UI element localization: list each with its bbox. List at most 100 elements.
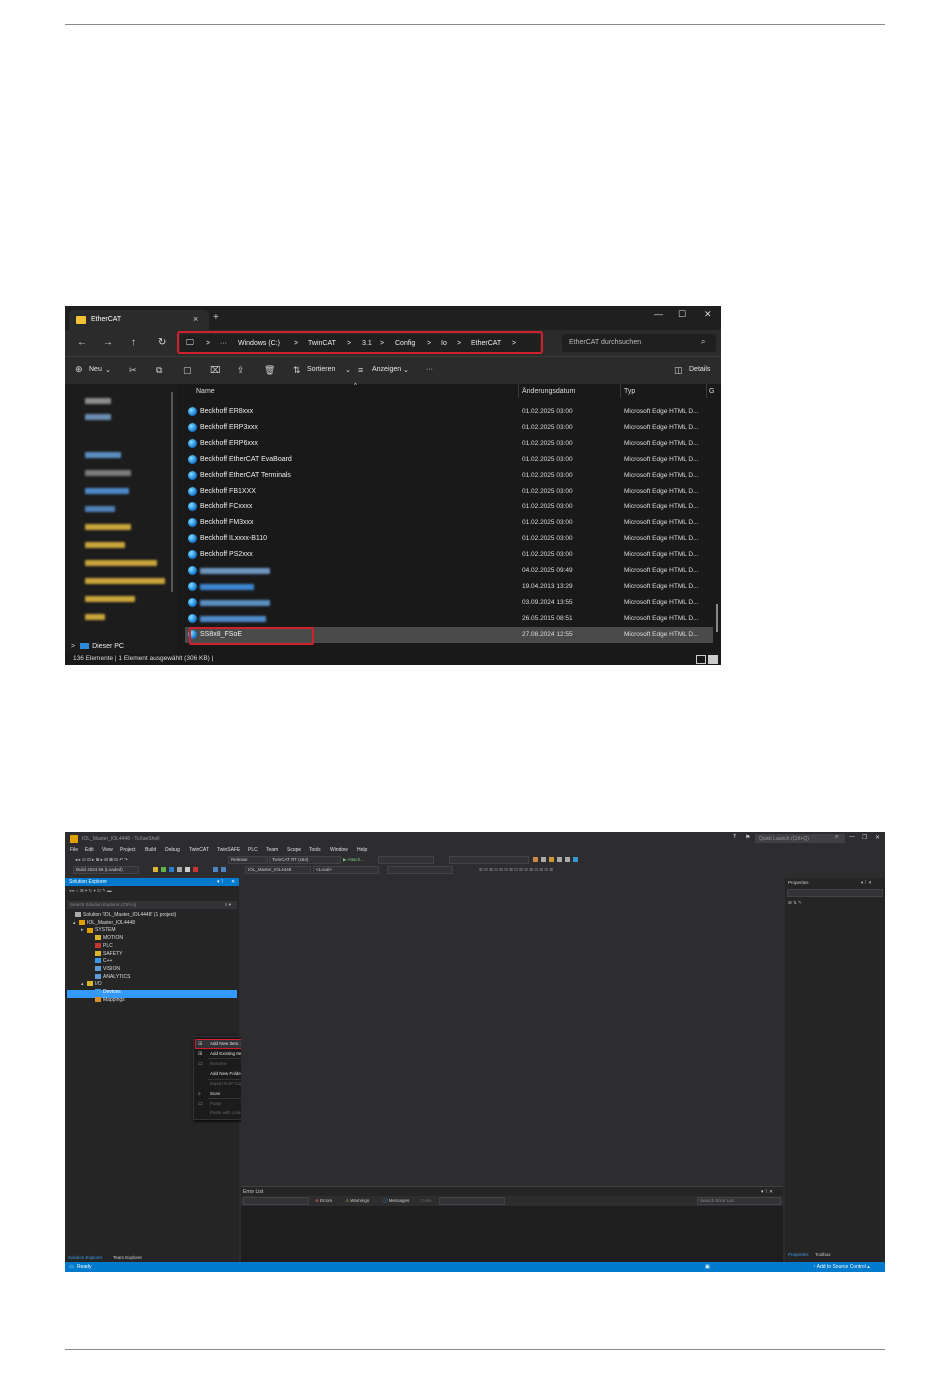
toolbar-icons[interactable]: ⊞ ⊟ ⊠ ⊡ ⊞ ⊟ ⊠ ⊡ ⊞ ⊟ ⊠ ⊡ ⊞ ⊟ ⊠: [479, 867, 553, 873]
toolbar-combo[interactable]: [387, 866, 453, 874]
nav-item[interactable]: [85, 452, 121, 458]
source-control-button[interactable]: ↑ Add to Source Control ▴: [813, 1264, 870, 1270]
menu-debug[interactable]: Debug: [165, 847, 180, 853]
tree-item[interactable]: Devices: [89, 989, 121, 995]
this-pc-item[interactable]: > Dieser PC: [71, 643, 124, 650]
tree-item[interactable]: ANALYTICS: [89, 974, 130, 980]
close-tab-icon[interactable]: ×: [193, 314, 198, 324]
up-button[interactable]: ↑: [131, 337, 136, 348]
tree-item[interactable]: PLC: [89, 943, 113, 949]
warnings-filter[interactable]: ⚠ Warnings: [345, 1198, 369, 1204]
toolbar-icon[interactable]: [213, 867, 218, 872]
nav-item[interactable]: [85, 578, 165, 584]
file-row[interactable]: Beckhoff ER8xxx 01.02.2025 03:00 Microsoft…: [185, 404, 713, 420]
messages-filter[interactable]: ⓘ Messages: [383, 1198, 409, 1204]
filter-icon[interactable]: ⍒: [733, 834, 737, 841]
nav-item[interactable]: [85, 470, 131, 476]
scope-select[interactable]: [243, 1197, 309, 1205]
tree-item[interactable]: Mappings: [89, 997, 125, 1003]
nav-item[interactable]: [85, 596, 135, 602]
menu-twincat[interactable]: TwinCAT: [189, 847, 209, 853]
maximize-button[interactable]: ☐: [678, 309, 686, 320]
restore-button[interactable]: ❐: [862, 834, 867, 841]
tab-solution-explorer[interactable]: Solution Explorer: [68, 1255, 102, 1260]
tree-item[interactable]: Solution 'IOL_Master_IOL4448' (1 project…: [69, 912, 176, 918]
toolbar-icon[interactable]: [193, 867, 198, 872]
toolbar-icon[interactable]: [153, 867, 158, 872]
nav-item[interactable]: [85, 560, 157, 566]
delete-icon[interactable]: 🗑: [264, 365, 275, 376]
file-row[interactable]: Beckhoff PS2xxx 01.02.2025 03:00 Microsoft…: [185, 547, 713, 563]
details-view-icon[interactable]: [696, 655, 706, 664]
tiles-view-icon[interactable]: [708, 655, 718, 664]
column-name[interactable]: Name: [196, 388, 215, 395]
tab-toolbox[interactable]: Toolbox: [815, 1252, 831, 1257]
file-row[interactable]: 19.04.2013 13:29 Microsoft Edge HTML D...: [185, 579, 713, 595]
column-date[interactable]: Änderungsdatum: [522, 388, 575, 395]
file-row[interactable]: Beckhoff ERP3xxx 01.02.2025 03:00 Microsof…: [185, 420, 713, 436]
file-row[interactable]: 04.02.2025 09:49 Microsoft Edge HTML D...: [185, 563, 713, 579]
tree-item[interactable]: VISION: [89, 966, 120, 972]
nav-item[interactable]: [85, 542, 125, 548]
menu-team[interactable]: Team: [266, 847, 278, 853]
refresh-button[interactable]: ↻: [158, 337, 166, 348]
tab-team-explorer[interactable]: Team Explorer: [113, 1255, 142, 1260]
file-row[interactable]: Beckhoff FCxxxx 01.02.2025 03:00 Microsoft…: [185, 499, 713, 515]
file-row[interactable]: 26.05.2015 08:51 Microsoft Edge HTML D...: [185, 611, 713, 627]
tree-item[interactable]: ▸ SYSTEM: [81, 927, 116, 933]
file-row[interactable]: Beckhoff ILxxxx-B110 01.02.2025 03:00 Micr…: [185, 531, 713, 547]
toolbar-icon[interactable]: [565, 857, 570, 862]
properties-toolbar-icons[interactable]: ⊞ ⇅ ✎: [788, 900, 802, 906]
toolbar-icon[interactable]: [161, 867, 166, 872]
new-tab-button[interactable]: +: [213, 312, 219, 323]
nav-item[interactable]: [85, 414, 111, 420]
forward-button[interactable]: →: [103, 337, 113, 348]
solution-search-input[interactable]: Search Solution Explorer (Ctrl+ü) ⌕ ▾: [67, 901, 237, 909]
tree-item[interactable]: ▴ IOL_Master_IOL4448: [73, 920, 135, 926]
toolbar-icon[interactable]: [541, 857, 546, 862]
file-row[interactable]: Beckhoff FM3xxx 01.02.2025 03:00 Microsoft…: [185, 515, 713, 531]
file-row[interactable]: Beckhoff EtherCAT EvaBoard 01.02.2025 03:…: [185, 452, 713, 468]
errors-filter[interactable]: ⊗ Errors: [315, 1198, 332, 1204]
sort-button[interactable]: Sortieren: [307, 366, 335, 373]
nav-item[interactable]: [85, 488, 129, 494]
close-icon[interactable]: ✕: [231, 879, 235, 885]
minimize-button[interactable]: —: [654, 309, 663, 319]
file-row[interactable]: Beckhoff FB1XXX 01.02.2025 03:00 Microsoft…: [185, 484, 713, 500]
menu-file[interactable]: File: [70, 847, 78, 853]
file-scrollbar[interactable]: [716, 604, 718, 632]
notification-icon[interactable]: ⚑: [745, 834, 750, 841]
minimize-button[interactable]: —: [849, 834, 855, 840]
context-menu-item[interactable]: Scan: [210, 1091, 220, 1096]
code-select[interactable]: [439, 1197, 505, 1205]
nav-item[interactable]: [85, 614, 105, 620]
tree-item[interactable]: SAFETY: [89, 951, 122, 957]
nav-item[interactable]: [85, 506, 115, 512]
panel-controls-icon[interactable]: ▾ ⊺ ✕: [761, 1189, 773, 1195]
tab-ethercat[interactable]: EtherCAT ×: [69, 310, 209, 330]
tree-item[interactable]: C++: [89, 958, 112, 964]
pin-icon[interactable]: ▾ ⊺: [217, 879, 224, 885]
tree-item[interactable]: MOTION: [89, 935, 123, 941]
copy-icon[interactable]: ⧉: [156, 365, 162, 376]
column-size[interactable]: G: [709, 388, 714, 395]
menu-project[interactable]: Project: [120, 847, 136, 853]
toolbar-icon[interactable]: [169, 867, 174, 872]
toolbar-icon[interactable]: [177, 867, 182, 872]
menu-plc[interactable]: PLC: [248, 847, 258, 853]
solution-toolbar-icons[interactable]: ◂ ▸ ⌂ ⊞ ▾ ↻ ▾ ⊡ ✎ ▬: [69, 888, 112, 894]
context-menu-item[interactable]: Add New Item...: [210, 1041, 242, 1046]
new-button[interactable]: Neu: [89, 366, 102, 373]
object-select[interactable]: [787, 889, 883, 897]
menu-help[interactable]: Help: [357, 847, 367, 853]
toolbar-combo[interactable]: [378, 856, 434, 864]
nav-scrollbar[interactable]: [171, 392, 173, 592]
toolbar-combo[interactable]: [449, 856, 529, 864]
menu-edit[interactable]: Edit: [85, 847, 94, 853]
toolbar-icon[interactable]: [185, 867, 190, 872]
close-window-button[interactable]: ✕: [704, 309, 712, 320]
toolbar-icon[interactable]: [533, 857, 538, 862]
close-window-button[interactable]: ✕: [875, 834, 880, 841]
menu-twinsafe[interactable]: TwinSAFE: [217, 847, 240, 853]
attach-button[interactable]: ▶ Attach...: [343, 857, 364, 863]
